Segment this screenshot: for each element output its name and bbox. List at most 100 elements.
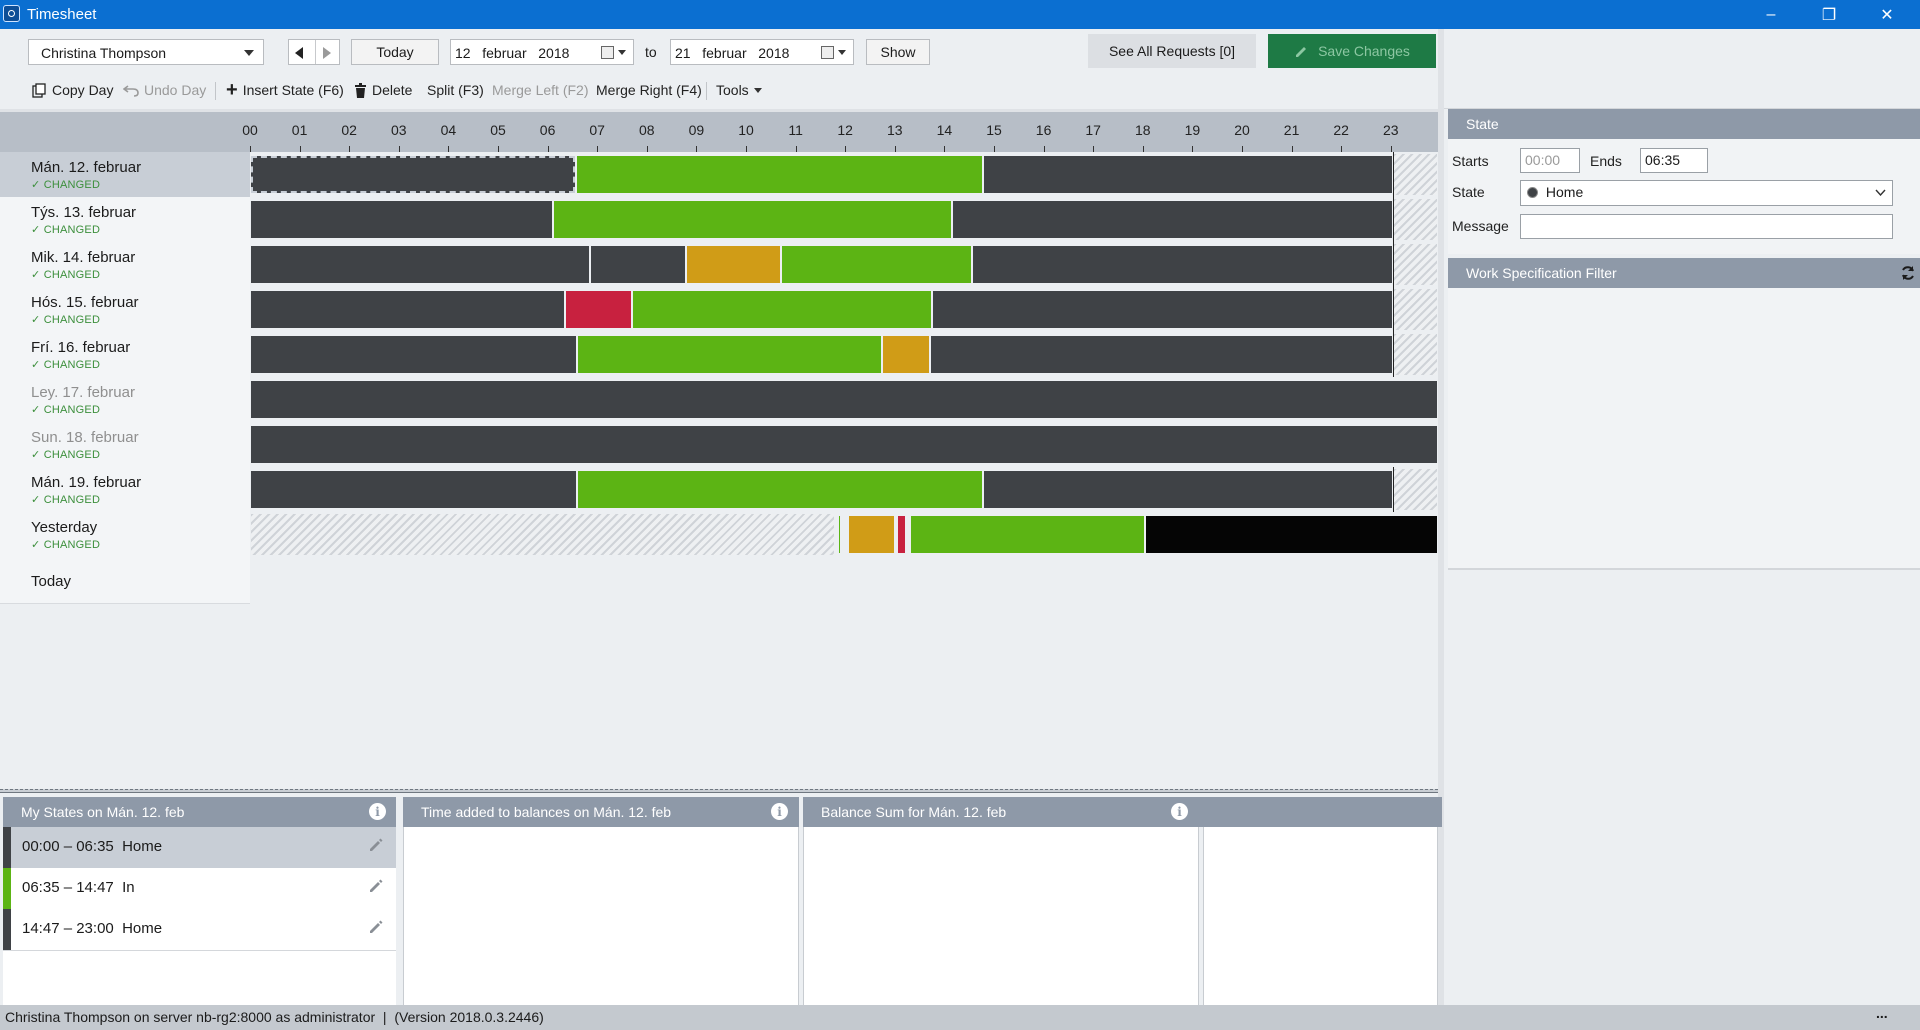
message-input[interactable] bbox=[1520, 214, 1893, 239]
ends-input[interactable]: 06:35 bbox=[1640, 148, 1708, 173]
state-segment-red[interactable] bbox=[565, 291, 631, 328]
day-end-marker bbox=[1393, 467, 1395, 512]
day-row[interactable]: Yesterday ✓ CHANGED bbox=[0, 512, 250, 558]
show-button[interactable]: Show bbox=[866, 39, 930, 65]
refresh-icon[interactable] bbox=[1900, 265, 1916, 281]
save-changes-button[interactable]: Save Changes bbox=[1268, 34, 1436, 68]
state-segment-home[interactable] bbox=[590, 246, 686, 283]
split-button[interactable]: Split (F3) bbox=[427, 82, 484, 98]
state-segment-home[interactable] bbox=[251, 336, 577, 373]
state-segment-home[interactable] bbox=[984, 471, 1393, 508]
today-button[interactable]: Today bbox=[351, 39, 439, 65]
merge-left-button[interactable]: Merge Left (F2) bbox=[492, 82, 588, 98]
day-label: Mán. 19. februar bbox=[31, 474, 142, 491]
info-icon[interactable]: i bbox=[771, 803, 788, 820]
state-select[interactable]: Home bbox=[1520, 180, 1893, 206]
vertical-splitter[interactable] bbox=[1438, 29, 1444, 1005]
state-list-item[interactable]: 00:00 – 06:35 Home bbox=[3, 827, 396, 869]
hour-label: 12 bbox=[837, 122, 853, 138]
edit-pencil-icon[interactable] bbox=[368, 837, 384, 853]
see-all-requests-button[interactable]: See All Requests [0] bbox=[1088, 34, 1256, 68]
check-icon: ✓ bbox=[31, 224, 44, 236]
day-end-marker bbox=[1393, 197, 1395, 242]
state-segment-in[interactable] bbox=[838, 516, 841, 553]
state-segment-black[interactable] bbox=[1146, 516, 1437, 553]
state-segment-home[interactable] bbox=[972, 246, 1393, 283]
chevron-down-icon bbox=[244, 50, 254, 56]
state-segment-home[interactable] bbox=[251, 156, 576, 193]
starts-input[interactable]: 00:00 bbox=[1520, 148, 1580, 173]
state-segment-in[interactable] bbox=[910, 516, 1145, 553]
hour-label: 22 bbox=[1333, 122, 1349, 138]
from-date-picker[interactable]: 12 februar 2018 bbox=[450, 39, 634, 65]
day-row[interactable]: Hós. 15. februar ✓ CHANGED bbox=[0, 287, 250, 333]
state-segment-in[interactable] bbox=[577, 156, 983, 193]
check-icon: ✓ bbox=[31, 314, 44, 326]
day-row[interactable]: Ley. 17. februar ✓ CHANGED bbox=[0, 377, 250, 423]
state-segment-in[interactable] bbox=[578, 471, 983, 508]
user-selector[interactable]: Christina Thompson bbox=[28, 39, 264, 65]
balance-sum-header: Balance Sum for Mán. 12. feb i bbox=[803, 797, 1442, 827]
close-button[interactable]: ✕ bbox=[1858, 0, 1916, 29]
copy-day-button[interactable]: Copy Day bbox=[32, 82, 113, 98]
tools-menu-button[interactable]: Tools bbox=[716, 82, 762, 98]
day-row[interactable]: Today bbox=[0, 557, 250, 604]
edit-pencil-icon[interactable] bbox=[368, 919, 384, 935]
state-segment-home[interactable] bbox=[251, 426, 1437, 463]
state-segment-orange[interactable] bbox=[883, 336, 929, 373]
state-segment-hatch[interactable] bbox=[1394, 154, 1437, 195]
state-segment-orange[interactable] bbox=[687, 246, 780, 283]
state-segment-in[interactable] bbox=[553, 201, 951, 238]
more-dots-icon[interactable]: ... bbox=[1876, 1005, 1888, 1021]
state-segment-hatch[interactable] bbox=[251, 514, 835, 555]
to-date-picker[interactable]: 21 februar 2018 bbox=[670, 39, 854, 65]
day-label: Hós. 15. februar bbox=[31, 294, 139, 311]
state-list-item[interactable]: 14:47 – 23:00 Home bbox=[3, 909, 396, 951]
state-segment-hatch[interactable] bbox=[1394, 199, 1437, 240]
state-segment-hatch[interactable] bbox=[1394, 469, 1437, 510]
state-segment-home[interactable] bbox=[251, 201, 552, 238]
horizontal-splitter[interactable] bbox=[0, 789, 1438, 793]
next-arrow-icon[interactable] bbox=[323, 47, 331, 59]
state-segment-red[interactable] bbox=[898, 516, 905, 553]
insert-state-button[interactable]: + Insert State (F6) bbox=[226, 80, 344, 100]
state-segment-home[interactable] bbox=[984, 156, 1393, 193]
info-icon[interactable]: i bbox=[369, 803, 386, 820]
state-segment-home[interactable] bbox=[251, 291, 564, 328]
state-segment-home[interactable] bbox=[251, 381, 1437, 418]
day-row[interactable]: Mik. 14. februar ✓ CHANGED bbox=[0, 242, 250, 288]
state-list-item[interactable]: 06:35 – 14:47 In bbox=[3, 868, 396, 910]
day-row[interactable]: Sun. 18. februar ✓ CHANGED bbox=[0, 422, 250, 468]
to-date-value: 21 februar 2018 bbox=[675, 45, 790, 61]
day-row[interactable]: Frí. 16. februar ✓ CHANGED bbox=[0, 332, 250, 378]
state-segment-in[interactable] bbox=[632, 291, 931, 328]
state-segment-in[interactable] bbox=[578, 336, 882, 373]
maximize-button[interactable]: ❐ bbox=[1800, 0, 1858, 29]
state-segment-home[interactable] bbox=[952, 201, 1393, 238]
day-row[interactable]: Mán. 19. februar ✓ CHANGED bbox=[0, 467, 250, 513]
day-label: Ley. 17. februar bbox=[31, 384, 135, 401]
state-segment-hatch[interactable] bbox=[1394, 289, 1437, 330]
edit-pencil-icon[interactable] bbox=[368, 878, 384, 894]
time-added-header: Time added to balances on Mán. 12. feb i bbox=[403, 797, 799, 827]
state-segment-home[interactable] bbox=[251, 471, 577, 508]
day-label: Mik. 14. februar bbox=[31, 249, 136, 266]
state-segment-home[interactable] bbox=[933, 291, 1393, 328]
state-segment-orange[interactable] bbox=[848, 516, 894, 553]
undo-day-button[interactable]: Undo Day bbox=[123, 82, 206, 98]
state-segment-hatch[interactable] bbox=[1394, 334, 1437, 375]
hour-label: 14 bbox=[936, 122, 953, 138]
info-icon[interactable]: i bbox=[1171, 803, 1188, 820]
state-segment-in[interactable] bbox=[781, 246, 971, 283]
state-segment-hatch[interactable] bbox=[1394, 244, 1437, 285]
previous-arrow-icon[interactable] bbox=[295, 47, 303, 59]
state-color-bar bbox=[3, 827, 11, 868]
state-segment-home[interactable] bbox=[251, 246, 589, 283]
changed-status: ✓ CHANGED bbox=[31, 404, 101, 416]
day-row[interactable]: Mán. 12. februar ✓ CHANGED bbox=[0, 152, 250, 198]
minimize-button[interactable]: – bbox=[1742, 0, 1800, 29]
merge-right-button[interactable]: Merge Right (F4) bbox=[596, 82, 702, 98]
delete-button[interactable]: Delete bbox=[354, 82, 412, 98]
state-segment-home[interactable] bbox=[930, 336, 1393, 373]
day-row[interactable]: Týs. 13. februar ✓ CHANGED bbox=[0, 197, 250, 243]
